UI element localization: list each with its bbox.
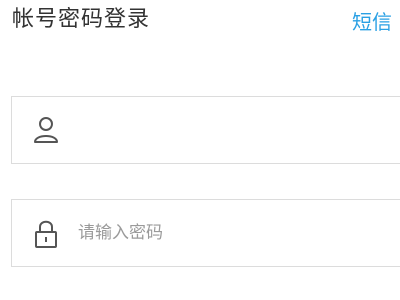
sms-login-link[interactable]: 短信: [352, 7, 392, 37]
account-input[interactable]: [78, 111, 388, 149]
password-field[interactable]: [11, 199, 400, 267]
password-input[interactable]: [78, 214, 388, 252]
account-field[interactable]: [11, 96, 400, 164]
page-title: 帐号密码登录: [12, 7, 151, 32]
form-footer-area: [0, 288, 400, 300]
user-icon: [32, 115, 60, 147]
login-panel: 帐号密码登录 短信: [0, 0, 400, 300]
lock-icon: [32, 218, 60, 250]
